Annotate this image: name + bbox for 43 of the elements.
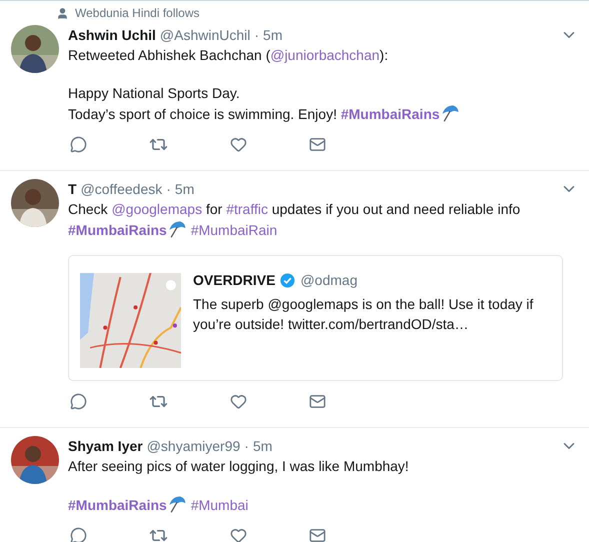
link-card[interactable]: OVERDRIVE @odmag The superb @googlemaps is on the ball! Use it today if you’re outside! twitter.com/bertrandOD/sta… [68, 255, 563, 381]
social-context: Webdunia Hindi follows [75, 5, 200, 22]
message-icon[interactable] [309, 136, 326, 152]
hashtag-link[interactable]: #MumbaiRains [68, 497, 187, 513]
separator-dot: · [244, 436, 249, 456]
mention-link[interactable]: @juniorbachchan [270, 47, 380, 63]
tweet-time[interactable]: 5m [174, 178, 194, 200]
hashtag-link[interactable]: #Mumbai [190, 497, 248, 513]
author-name[interactable]: Ashwin Uchil [68, 24, 156, 46]
message-icon[interactable] [309, 392, 326, 410]
author-name[interactable]: T [68, 178, 77, 200]
tweet-time[interactable]: 5m [252, 436, 272, 456]
tweet-text: Today’s sport of choice is swimming. Enjoy! #MumbaiRains [68, 103, 578, 124]
message-icon[interactable] [309, 526, 326, 542]
reply-icon[interactable] [70, 392, 87, 410]
umbrella-icon [440, 103, 460, 123]
hashtag-link[interactable]: #MumbaiRain [190, 222, 278, 238]
tweet-text: Check @googlemaps for #traffic updates if you out and need reliable info [68, 200, 522, 219]
person-icon [56, 6, 69, 20]
reply-icon[interactable] [70, 136, 87, 152]
author-name[interactable]: Shyam Iyer [68, 436, 143, 456]
umbrella-icon [166, 219, 187, 239]
card-author-handle: @odmag [300, 271, 358, 290]
reply-icon[interactable] [70, 526, 87, 542]
umbrella-icon [166, 494, 187, 514]
like-icon[interactable] [230, 136, 247, 152]
card-text: The superb @googlemaps is on the ball! Use it today if you’re outside! twitter.com/bertrandOD/sta… [193, 295, 534, 334]
separator-dot: · [254, 26, 260, 44]
like-icon[interactable] [230, 526, 247, 542]
card-author-name: OVERDRIVE [193, 271, 276, 290]
separator-dot: · [166, 180, 171, 198]
tweet-time[interactable]: 5m [263, 24, 282, 46]
author-handle[interactable]: @AshwinUchil [160, 24, 250, 46]
mention-link[interactable]: @googlemaps [112, 201, 202, 217]
author-handle[interactable]: @coffeedesk [80, 178, 162, 200]
hashtag-link[interactable]: #MumbaiRains [68, 222, 187, 238]
tweet-text: After seeing pics of water logging, I was like Mumbhay! [68, 457, 410, 476]
tweet-text: Retweeted Abhishek Bachchan (@juniorbachchan): [68, 46, 390, 65]
hashtag-link[interactable]: #MumbaiRains [340, 106, 460, 122]
tweet-text: Happy National Sports Day. [68, 84, 241, 103]
like-icon[interactable] [230, 392, 247, 410]
hashtag-link[interactable]: #traffic [226, 201, 268, 217]
author-handle[interactable]: @shyamiyer99 [146, 436, 240, 456]
